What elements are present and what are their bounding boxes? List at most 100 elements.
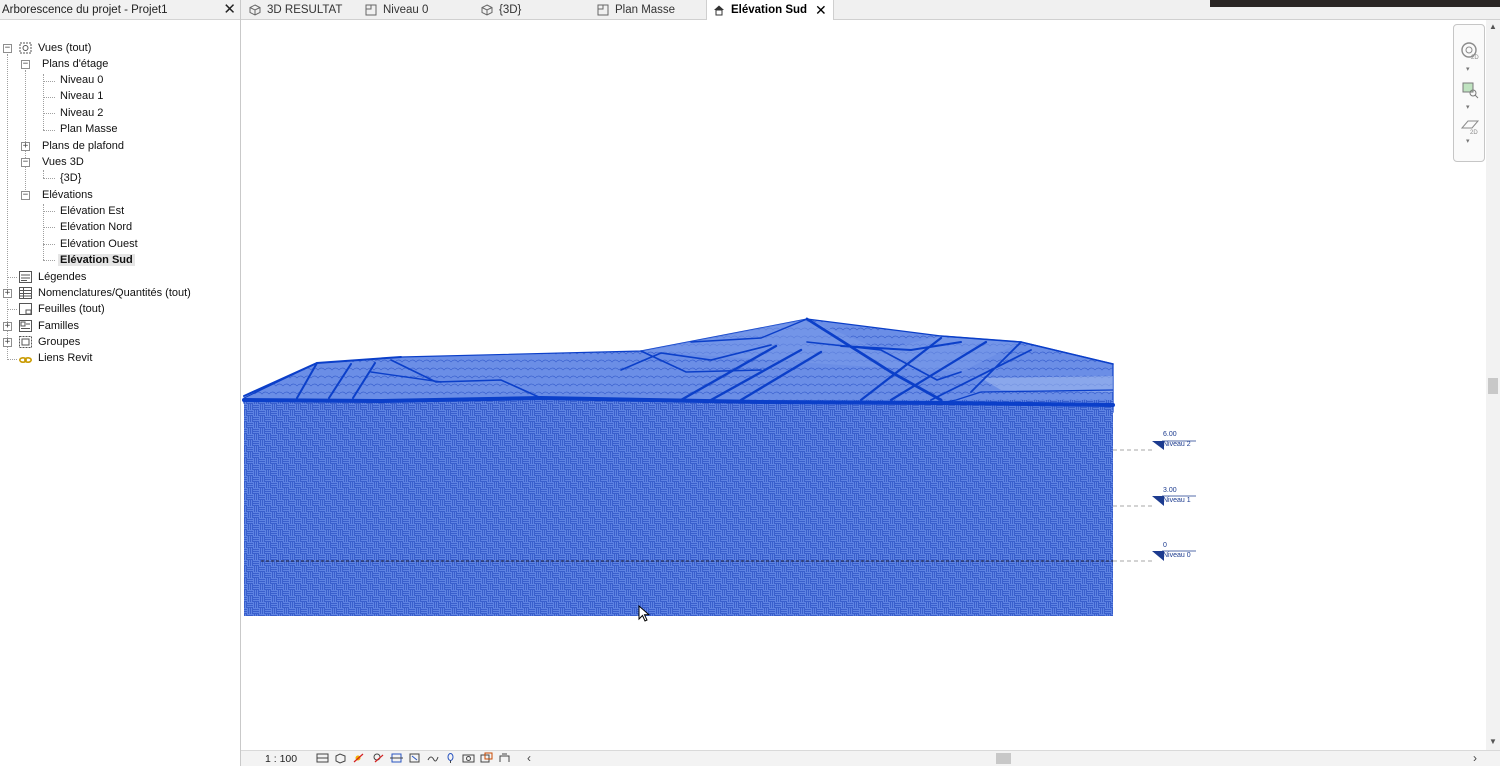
- visual-style-icon[interactable]: [334, 752, 347, 764]
- analytical-model-icon[interactable]: [498, 752, 511, 764]
- tab-3d-resultat[interactable]: 3D RESULTAT: [249, 0, 342, 20]
- show-crop-region-icon[interactable]: [408, 752, 421, 764]
- tree-connector: [7, 309, 17, 310]
- tree-label: Niveau 2: [60, 107, 104, 119]
- expand-toggle-elevations[interactable]: −: [21, 191, 30, 200]
- level-name: Niveau 2: [1163, 441, 1191, 448]
- tree-label: Niveau 1: [60, 90, 104, 102]
- expand-toggle-familles[interactable]: +: [3, 322, 12, 331]
- tree-item-legendes[interactable]: Légendes: [38, 269, 86, 285]
- scroll-down-icon[interactable]: ▼: [1489, 737, 1497, 746]
- tree-item-elevations[interactable]: Elévations: [42, 187, 93, 203]
- tab-niveau-0[interactable]: Niveau 0: [365, 0, 428, 20]
- tab-3d[interactable]: {3D}: [481, 0, 521, 20]
- tree-label: Feuilles (tout): [38, 303, 105, 315]
- chevron-down-icon[interactable]: ▾: [1466, 137, 1470, 145]
- tree-item-familles[interactable]: Familles: [38, 318, 79, 334]
- 3d-view-icon: [481, 4, 493, 16]
- tree-label: Plans d'étage: [42, 58, 109, 70]
- tree-label: Familles: [38, 320, 79, 332]
- tree-label: Vues 3D: [42, 156, 84, 168]
- scroll-up-icon[interactable]: ▲: [1489, 22, 1497, 31]
- reveal-hidden-icon[interactable]: [462, 752, 475, 764]
- shadows-icon[interactable]: [372, 752, 385, 764]
- tree-item-niveau-2[interactable]: Niveau 2: [60, 105, 103, 121]
- tree-item-3d[interactable]: {3D}: [60, 170, 81, 186]
- tree-connector: [43, 178, 55, 179]
- tree-item-feuilles[interactable]: Feuilles (tout): [38, 301, 105, 317]
- scroll-right-icon[interactable]: ›: [1473, 751, 1477, 765]
- tree-connector: [43, 170, 44, 178]
- tree-item-elevation-nord[interactable]: Elévation Nord: [60, 219, 132, 235]
- tree-label: Elévation Sud: [58, 254, 135, 266]
- vertical-scrollbar[interactable]: ▲ ▼: [1486, 20, 1500, 750]
- mouse-cursor-icon: [638, 605, 650, 622]
- group-icon: [19, 336, 32, 348]
- tree-item-plans-etage[interactable]: Plans d'étage: [42, 56, 108, 72]
- view-scale[interactable]: 1 : 100: [265, 753, 297, 765]
- tab-close-button[interactable]: ✕: [815, 2, 827, 19]
- project-browser: Arborescence du projet - Projet1 ✕ − Vue…: [0, 0, 241, 766]
- temporary-hide-icon[interactable]: [444, 752, 457, 764]
- steering-wheel-icon[interactable]: 2D: [1460, 41, 1480, 61]
- tree-label: Elévations: [42, 189, 93, 201]
- chevron-down-icon[interactable]: ▾: [1466, 103, 1470, 111]
- project-browser-close-button[interactable]: ✕: [223, 2, 236, 17]
- expand-toggle-plans-etage[interactable]: −: [21, 60, 30, 69]
- tree-item-plan-masse[interactable]: Plan Masse: [60, 121, 117, 137]
- tree-item-vues[interactable]: Vues (tout): [38, 40, 91, 56]
- tree-item-elevation-sud[interactable]: Elévation Sud: [58, 252, 135, 268]
- tree-item-niveau-0[interactable]: Niveau 0: [60, 72, 103, 88]
- family-icon: [19, 320, 32, 332]
- tree-connector: [43, 244, 55, 245]
- tab-plan-masse[interactable]: Plan Masse: [597, 0, 675, 20]
- expand-toggle-plans-plafond[interactable]: +: [21, 142, 30, 151]
- tree-label: Nomenclatures/Quantités (tout): [38, 287, 191, 299]
- sun-path-icon[interactable]: [352, 752, 365, 764]
- tree-item-nomenclatures[interactable]: Nomenclatures/Quantités (tout): [38, 285, 191, 301]
- expand-toggle-groupes[interactable]: +: [3, 338, 12, 347]
- scroll-left-icon[interactable]: ‹: [527, 751, 531, 765]
- zoom-region-icon[interactable]: [1460, 80, 1480, 100]
- tab-label: Niveau 0: [383, 4, 429, 16]
- tree-label: Plans de plafond: [42, 140, 124, 152]
- tree-item-elevation-est[interactable]: Elévation Est: [60, 203, 124, 219]
- tree-label: Vues (tout): [38, 42, 92, 54]
- tree-item-vues-3d[interactable]: Vues 3D: [42, 154, 84, 170]
- 3d-view-icon: [249, 4, 261, 16]
- view-tab-bar: 3D RESULTAT Niveau 0 {3D} Plan Masse Elé…: [241, 0, 1500, 20]
- tree-connector: [43, 81, 55, 82]
- tree-connector: [25, 70, 26, 196]
- view-control-bar: 1 : 100 ‹ ›: [241, 750, 1500, 766]
- svg-text:2D: 2D: [1470, 130, 1478, 136]
- vertical-scroll-thumb[interactable]: [1488, 378, 1498, 394]
- unlock-3d-icon[interactable]: [426, 752, 439, 764]
- crop-view-icon[interactable]: [390, 752, 403, 764]
- tree-label: Elévation Est: [60, 205, 125, 217]
- tab-label: {3D}: [499, 4, 522, 16]
- 2d-plane-icon[interactable]: 2D: [1460, 116, 1480, 136]
- tree-item-elevation-ouest[interactable]: Elévation Ouest: [60, 236, 138, 252]
- tree-connector: [43, 227, 55, 228]
- expand-toggle-nomenclatures[interactable]: +: [3, 289, 12, 298]
- expand-toggle-vues[interactable]: −: [3, 44, 12, 53]
- tree-item-niveau-1[interactable]: Niveau 1: [60, 88, 103, 104]
- tree-item-liens-revit[interactable]: Liens Revit: [38, 350, 92, 366]
- tree-label: Liens Revit: [38, 352, 93, 364]
- level-name: Niveau 1: [1163, 497, 1191, 504]
- elevation-view-canvas[interactable]: 6.00 Niveau 2 3.00 Niveau 1 0 Niveau 0: [241, 20, 1486, 750]
- tab-elevation-sud[interactable]: Elévation Sud ✕: [706, 0, 834, 20]
- tree-connector: [43, 204, 44, 260]
- temporary-properties-icon[interactable]: [480, 752, 493, 764]
- webcam-overlay: [1210, 0, 1500, 7]
- horizontal-scroll-thumb[interactable]: [996, 753, 1011, 764]
- chevron-down-icon[interactable]: ▾: [1466, 65, 1470, 73]
- detail-level-icon[interactable]: [316, 752, 329, 764]
- expand-toggle-vues-3d[interactable]: −: [21, 158, 30, 167]
- tree-label: Elévation Ouest: [60, 238, 138, 250]
- tree-item-plans-plafond[interactable]: Plans de plafond: [42, 138, 124, 154]
- schedule-icon: [19, 287, 32, 299]
- sheet-icon: [19, 303, 32, 315]
- tree-item-groupes[interactable]: Groupes: [38, 334, 80, 350]
- views-icon: [19, 42, 32, 54]
